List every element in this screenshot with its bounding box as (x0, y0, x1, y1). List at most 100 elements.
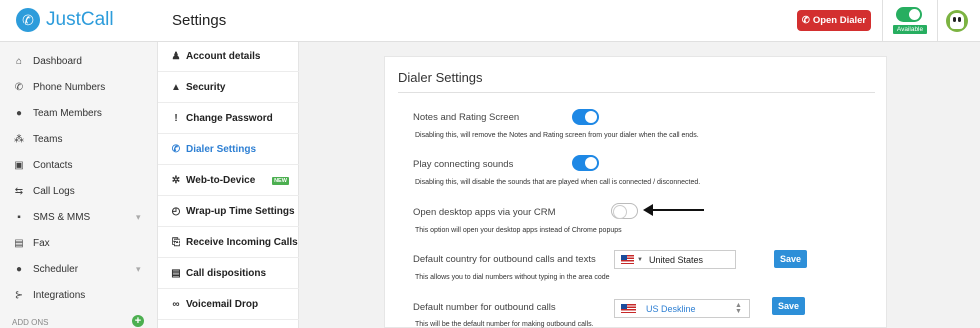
sms-icon: ▪ (17, 211, 21, 223)
dialer-settings-panel: Dialer Settings Notes and Rating Screen … (384, 56, 887, 328)
default-number-label: Default number for outbound calls (413, 302, 556, 313)
settings-item-label: Wrap-up Time Settings (186, 206, 295, 217)
default-country-help: This allows you to dial numbers without … (415, 274, 610, 281)
us-flag-icon (621, 255, 634, 264)
settings-item-dialer-settings[interactable]: ✆ Dialer Settings (158, 135, 299, 165)
sidebar-item-team-members[interactable]: ● Team Members (0, 100, 158, 126)
person-icon: ♟ (171, 51, 181, 62)
sidebar-item-scheduler[interactable]: ● Scheduler ▾ (0, 256, 158, 282)
availability-toggle[interactable]: Available (891, 5, 929, 37)
thermometer-icon: ǃ (174, 113, 178, 124)
sidebar: ⌂ Dashboard ✆ Phone Numbers ● Team Members … (0, 42, 158, 328)
sidebar-item-integrations[interactable]: ⊱ Integrations (0, 282, 158, 308)
sidebar-item-label: Call Logs (33, 185, 75, 197)
phone-logo-icon: ✆ (16, 8, 40, 32)
notes-rating-help: Disabling this, will remove the Notes an… (415, 132, 699, 139)
settings-item-call-dispositions[interactable]: ▤ Call dispositions (158, 259, 299, 289)
list-icon: ▤ (171, 268, 181, 279)
select-updown-icon: ▲ ▼ (735, 302, 742, 315)
connecting-sounds-help: Disabling this, will disable the sounds … (415, 179, 701, 186)
addons-label: ADD ONS (12, 318, 49, 327)
sidebar-item-label: Integrations (33, 289, 86, 301)
open-dialer-button[interactable]: ✆ Open Dialer (797, 10, 871, 31)
arrow-line (648, 209, 704, 211)
sidebar-item-label: Scheduler (33, 263, 79, 275)
settings-item-label: Voicemail Drop (186, 299, 259, 310)
settings-item-label: Dialer Settings (186, 144, 257, 155)
save-number-button[interactable]: Save (772, 297, 805, 315)
incoming-icon: ⎘ (172, 237, 180, 248)
notes-rating-label: Notes and Rating Screen (413, 112, 520, 123)
settings-item-security[interactable]: ▲ Security (158, 73, 299, 103)
sidebar-item-label: Teams (33, 133, 63, 145)
phone-icon: ✆ (171, 144, 181, 155)
country-value: United States (648, 254, 703, 265)
divider (398, 92, 875, 93)
connecting-sounds-toggle[interactable] (572, 155, 599, 171)
fax-icon: ▤ (14, 237, 24, 249)
sidebar-item-label: Team Members (33, 107, 102, 119)
sidebar-item-teams[interactable]: ⁂ Teams (0, 126, 158, 152)
sidebar-item-dashboard[interactable]: ⌂ Dashboard (0, 48, 158, 74)
integrations-icon: ⊱ (14, 289, 24, 301)
settings-item-web-to-device[interactable]: ✲ Web-to-Device NEW (158, 166, 299, 196)
phone-icon: ✆ (801, 15, 810, 26)
home-icon: ⌂ (15, 55, 23, 67)
chevron-down-icon: ▾ (136, 264, 141, 274)
logo-text: JustCall (46, 9, 114, 30)
justcall-logo[interactable]: ✆ JustCall (16, 8, 114, 32)
default-number-select[interactable]: US Deskline ▲ ▼ (614, 299, 750, 318)
call-logs-icon: ⇆ (14, 185, 24, 197)
top-bar: ✆ JustCall Settings ✆ Open Dialer Availa… (0, 0, 980, 42)
availability-badge: Available (893, 25, 927, 34)
settings-item-label: Call dispositions (186, 268, 267, 279)
lock-icon: ▲ (171, 82, 181, 93)
sidebar-item-sms[interactable]: ▪ SMS & MMS ▾ (0, 204, 158, 230)
desktop-apps-help: This option will open your desktop apps … (415, 227, 622, 234)
settings-item-label: Account details (186, 51, 261, 62)
settings-menu: ♟ Account details ▲ Security ǃ Change Passw… (158, 42, 299, 328)
voicemail-icon: ∞ (172, 299, 180, 310)
sidebar-item-label: Dashboard (33, 55, 82, 67)
settings-item-label: Receive Incoming Calls (186, 237, 298, 248)
chevron-down-icon: ▾ (136, 212, 141, 222)
timer-icon: ◴ (171, 206, 181, 217)
settings-item-receive-incoming[interactable]: ⎘ Receive Incoming Calls (158, 228, 299, 258)
sidebar-item-label: Contacts (33, 159, 73, 171)
contacts-icon: ▣ (14, 159, 24, 171)
sidebar-item-phone-numbers[interactable]: ✆ Phone Numbers (0, 74, 158, 100)
avatar-face-icon (950, 13, 964, 29)
settings-item-wrap-up-time[interactable]: ◴ Wrap-up Time Settings (158, 197, 299, 227)
panel-title: Dialer Settings (398, 70, 483, 85)
settings-item-account-details[interactable]: ♟ Account details (158, 42, 299, 72)
settings-item-label: Security (186, 82, 226, 93)
scheduler-icon: ● (15, 263, 23, 275)
country-select[interactable]: ▼ United States (614, 250, 736, 269)
settings-item-voicemail-drop[interactable]: ∞ Voicemail Drop (158, 290, 299, 320)
connecting-sounds-label: Play connecting sounds (413, 159, 514, 170)
open-dialer-label: Open Dialer (812, 15, 867, 26)
sidebar-item-contacts[interactable]: ▣ Contacts (0, 152, 158, 178)
gear-icon: ✲ (171, 175, 181, 186)
avatar[interactable] (946, 10, 968, 32)
sidebar-item-label: Phone Numbers (33, 81, 106, 93)
caret-down-icon: ▼ (637, 256, 643, 263)
settings-item-label: Web-to-Device (186, 175, 256, 186)
settings-item-change-password[interactable]: ǃ Change Password (158, 104, 299, 134)
default-country-label: Default country for outbound calls and t… (413, 254, 596, 265)
sidebar-item-fax[interactable]: ▤ Fax (0, 230, 158, 256)
sidebar-item-call-logs[interactable]: ⇆ Call Logs (0, 178, 158, 204)
save-country-button[interactable]: Save (774, 250, 807, 268)
divider (937, 0, 938, 42)
users-icon: ● (15, 107, 23, 119)
desktop-apps-toggle[interactable] (611, 203, 638, 219)
add-addon-button[interactable]: + (132, 315, 144, 327)
default-number-help: This will be the default number for maki… (415, 321, 594, 328)
page-title: Settings (172, 12, 227, 29)
phone-icon: ✆ (14, 81, 24, 93)
settings-item-label: Change Password (186, 113, 273, 124)
notes-rating-toggle[interactable] (572, 109, 599, 125)
availability-switch[interactable] (896, 7, 922, 22)
number-value: US Deskline (646, 303, 696, 314)
us-flag-icon (621, 303, 636, 314)
